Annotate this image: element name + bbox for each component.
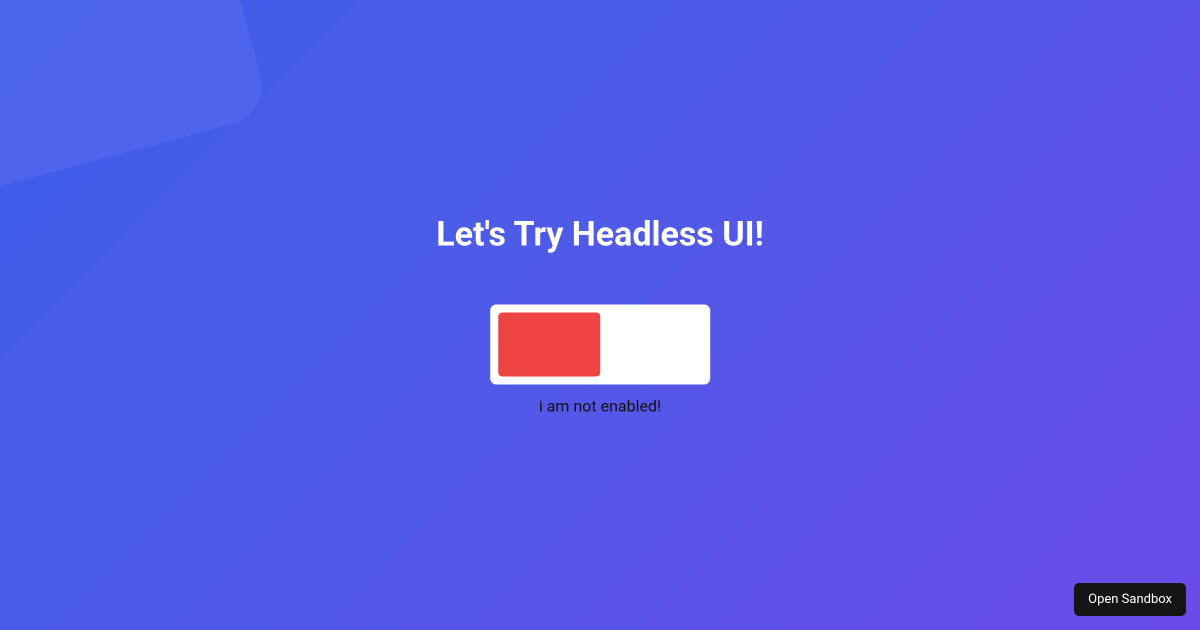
main-content: Let's Try Headless UI! i am not enabled! xyxy=(436,215,764,416)
toggle-switch[interactable] xyxy=(490,305,710,385)
toggle-status-text: i am not enabled! xyxy=(539,397,661,416)
open-sandbox-button[interactable]: Open Sandbox xyxy=(1074,583,1186,616)
page-title: Let's Try Headless UI! xyxy=(436,215,764,255)
background-decoration xyxy=(0,0,271,197)
toggle-thumb xyxy=(498,313,600,377)
